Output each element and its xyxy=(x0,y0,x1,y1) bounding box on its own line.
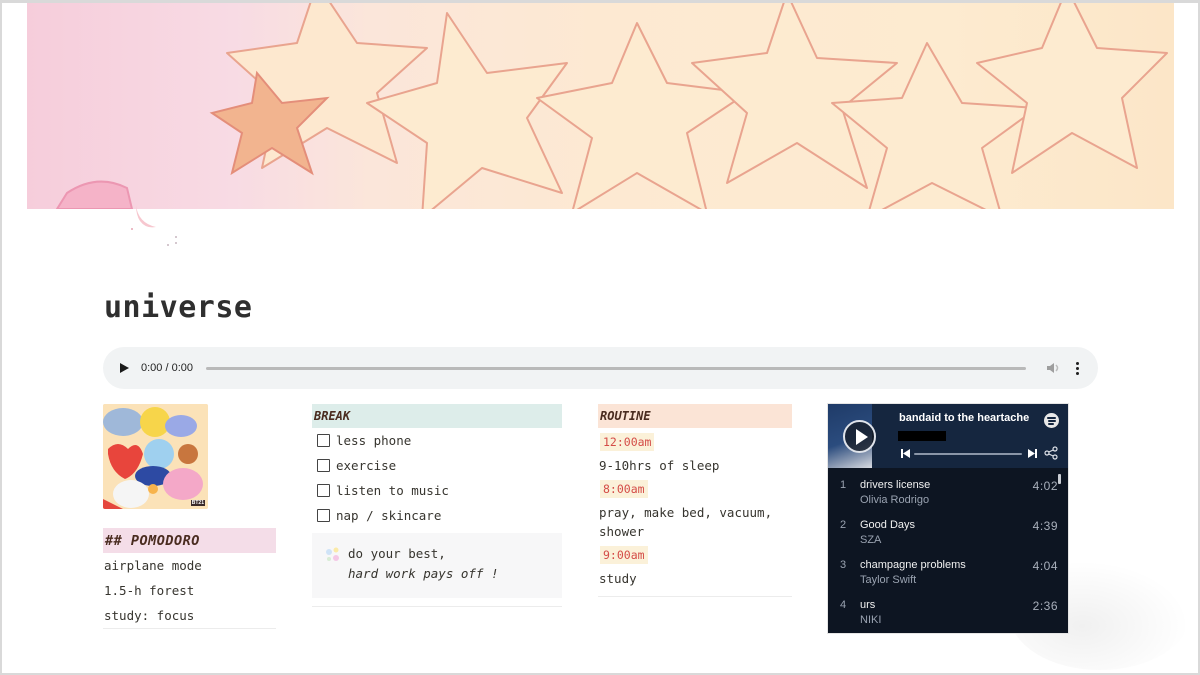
next-track-icon[interactable] xyxy=(1028,449,1037,458)
track-artist: Taylor Swift xyxy=(860,574,917,586)
track-name: champagne problems xyxy=(860,559,966,571)
track-name: urs xyxy=(860,599,876,611)
spotify-embed: bandaid to the heartache 1 drivers licen… xyxy=(828,404,1068,633)
track-duration: 4:04 xyxy=(1032,559,1058,573)
callout-line: hard work pays off ! xyxy=(348,566,499,581)
break-header: BREAK xyxy=(312,404,562,428)
todo-label: exercise xyxy=(336,458,397,473)
todo-item: exercise xyxy=(312,453,562,478)
track-name: Good Days xyxy=(860,519,916,531)
pomodoro-line: airplane mode xyxy=(104,558,202,573)
play-button[interactable] xyxy=(843,420,876,453)
redacted-owner xyxy=(898,431,946,441)
playlist-title[interactable]: bandaid to the heartache xyxy=(899,412,1029,424)
pomodoro-header: ## POMODORO xyxy=(103,528,276,553)
volume-icon[interactable] xyxy=(1046,362,1060,374)
todo-checkbox[interactable] xyxy=(317,484,330,497)
moon-icon[interactable] xyxy=(128,205,178,250)
track-name: drivers license xyxy=(860,479,931,491)
track-number: 1 xyxy=(840,479,847,491)
routine-text: 9-10hrs of sleep xyxy=(599,458,720,473)
share-icon[interactable] xyxy=(1044,446,1058,460)
stars-illustration xyxy=(55,3,1168,209)
todo-checkbox[interactable] xyxy=(317,434,330,447)
todo-label: listen to music xyxy=(336,483,449,498)
track-artist: SZA xyxy=(860,534,882,546)
bt21-cookies-illustration xyxy=(103,404,208,509)
track-row[interactable]: 2 Good Days SZA 4:39 xyxy=(828,514,1058,554)
todo-item: listen to music xyxy=(312,478,562,503)
bt21-badge: BT21 xyxy=(190,500,205,506)
routine-column: ROUTINE 12:00am 9-10hrs of sleep 8:00am … xyxy=(598,404,792,597)
todo-checkbox[interactable] xyxy=(317,509,330,522)
todo-label: less phone xyxy=(336,433,412,448)
previous-track-icon[interactable] xyxy=(901,449,910,458)
time-badge: 9:00am xyxy=(600,546,648,564)
todo-item: nap / skincare xyxy=(312,503,562,528)
track-number: 4 xyxy=(840,599,847,611)
todo-item: less phone xyxy=(312,428,562,453)
todo-checkbox[interactable] xyxy=(317,459,330,472)
routine-header: ROUTINE xyxy=(598,404,792,428)
break-column: BREAK less phone exercise listen to musi… xyxy=(312,404,562,607)
track-duration: 4:02 xyxy=(1032,479,1058,493)
spotify-header: bandaid to the heartache xyxy=(828,404,1068,468)
divider xyxy=(103,628,276,629)
more-options-icon[interactable] xyxy=(1076,361,1079,375)
track-row[interactable]: 1 drivers license Olivia Rodrigo 4:02 xyxy=(828,474,1058,514)
track-number: 2 xyxy=(840,519,847,531)
audio-seek-bar[interactable] xyxy=(206,366,1026,370)
cover-image[interactable] xyxy=(27,3,1174,209)
audio-player: 0:00 / 0:00 xyxy=(103,347,1098,389)
tracklist-scrollbar[interactable] xyxy=(1058,474,1061,484)
page-title: universe xyxy=(104,290,253,325)
todo-label: nap / skincare xyxy=(336,508,442,523)
track-duration: 2:36 xyxy=(1032,599,1058,613)
divider xyxy=(598,596,792,597)
audio-time: 0:00 / 0:00 xyxy=(141,362,193,374)
track-row[interactable]: 3 champagne problems Taylor Swift 4:04 xyxy=(828,554,1058,594)
divider xyxy=(312,606,562,607)
time-badge: 8:00am xyxy=(600,480,648,498)
track-artist: Olivia Rodrigo xyxy=(860,494,930,506)
track-number: 3 xyxy=(840,559,847,571)
track-artist: NIKI xyxy=(860,614,882,626)
pomodoro-line: 1.5-h forest xyxy=(104,583,195,598)
motivation-callout: do your best, hard work pays off ! xyxy=(312,533,562,598)
track-row[interactable]: 4 urs NIKI 2:36 xyxy=(828,594,1058,633)
callout-line: do your best, xyxy=(348,546,446,561)
routine-text: pray, make bed, vacuum, shower xyxy=(599,505,773,539)
play-icon[interactable] xyxy=(120,363,129,373)
spotify-logo-icon[interactable] xyxy=(1044,413,1059,428)
sparkles-icon xyxy=(326,547,339,561)
track-duration: 4:39 xyxy=(1032,519,1058,533)
pomodoro-column: BT21 ## POMODORO airplane mode 1.5-h for… xyxy=(103,404,276,629)
time-badge: 12:00am xyxy=(600,433,655,451)
spotify-progress-bar[interactable] xyxy=(914,453,1022,455)
album-art-image[interactable]: BT21 xyxy=(103,404,208,509)
pomodoro-line: study: focus xyxy=(104,608,195,623)
routine-text: study xyxy=(599,571,637,586)
